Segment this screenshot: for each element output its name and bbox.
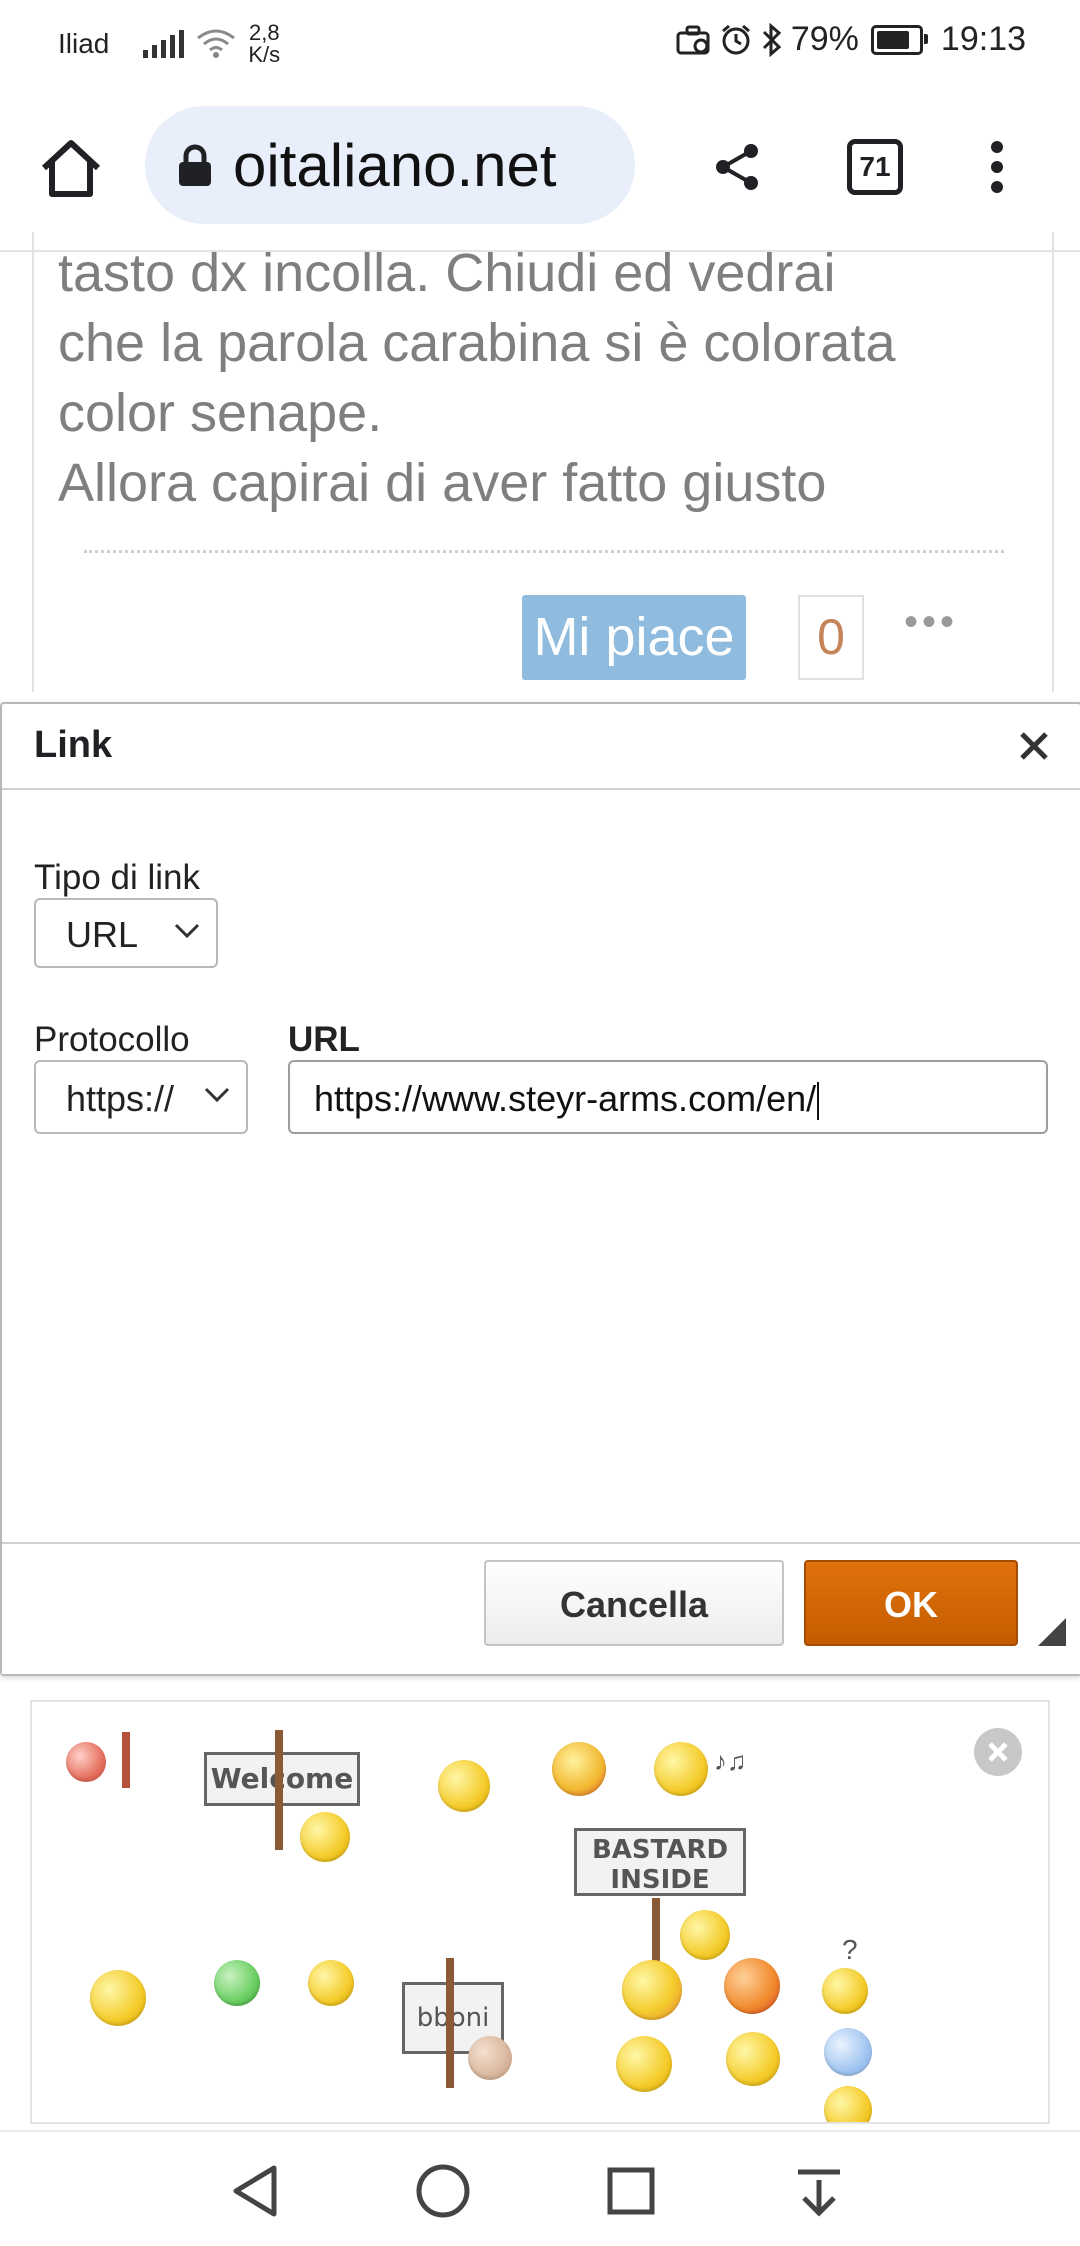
smiley-angel[interactable]: [438, 1760, 490, 1812]
smiley-shocked[interactable]: [824, 2028, 872, 2076]
sign-line: INSIDE: [610, 1865, 710, 1895]
battery-percent: 79%: [790, 20, 859, 58]
alarm-icon: [721, 24, 750, 54]
work-profile-icon: [676, 25, 710, 54]
url-input[interactable]: https://www.steyr-arms.com/en/: [288, 1060, 1048, 1134]
dialog-header: Link: [2, 704, 1080, 790]
cancel-button[interactable]: Cancella: [484, 1560, 784, 1646]
sign-line: BASTARD: [591, 1835, 729, 1865]
system-nav-bar: [0, 2130, 1080, 2246]
smiley-party[interactable]: [616, 2036, 672, 2092]
like-button[interactable]: Mi piace: [522, 595, 746, 680]
like-count: 0: [798, 595, 864, 680]
close-icon[interactable]: [1014, 726, 1054, 766]
back-icon[interactable]: [222, 2156, 292, 2226]
status-bar: Iliad 2,8 K/s 79% 19:13: [0, 0, 1080, 84]
notification-pull-icon[interactable]: [784, 2156, 854, 2226]
smiley-grin[interactable]: [680, 1910, 730, 1960]
panel-close-button[interactable]: [974, 1728, 1022, 1776]
smiley-flag-pole: [122, 1732, 130, 1788]
post-line: color senape.: [58, 383, 383, 443]
url-input-value: https://www.steyr-arms.com/en/: [314, 1078, 820, 1121]
smiley-green-grin[interactable]: [214, 1960, 260, 2006]
battery-level: [876, 30, 909, 49]
sign-post: [652, 1898, 660, 1962]
post-line: tasto dx incolla. Chiudi ed vedrai: [58, 243, 836, 303]
link-type-value: URL: [66, 914, 139, 955]
smiley-guitar[interactable]: [90, 1970, 146, 2026]
smiley-blush[interactable]: [622, 1960, 682, 2020]
close-icon: [988, 1742, 1008, 1762]
share-button[interactable]: [702, 132, 772, 202]
link-type-label: Tipo di link: [34, 858, 200, 897]
post-body: tasto dx incolla. Chiudi ed vedrai che l…: [58, 238, 1048, 518]
smiley-welcome[interactable]: [300, 1812, 350, 1862]
bastard-inside-sign[interactable]: BASTARD INSIDE: [574, 1828, 746, 1896]
wifi-icon: [197, 29, 236, 58]
smiley-panel: Welcome ♪♫ BASTARD INSIDE bboni ?: [30, 1700, 1050, 2124]
clock: 19:13: [940, 20, 1026, 58]
ok-button[interactable]: OK: [804, 1560, 1018, 1646]
question-mark-icon: ?: [842, 1934, 858, 1965]
menu-button[interactable]: [962, 132, 1032, 202]
smiley-angry[interactable]: [468, 2036, 512, 2080]
chevron-down-icon: [174, 923, 200, 939]
protocol-select[interactable]: https://: [34, 1060, 248, 1134]
browser-toolbar: oitaliano.net 71: [0, 84, 1080, 252]
bluetooth-icon: [762, 22, 782, 57]
url-label: URL: [288, 1020, 360, 1059]
smiley-smile[interactable]: [308, 1960, 354, 2006]
forum-post: tasto dx incolla. Chiudi ed vedrai che l…: [32, 232, 1054, 692]
lock-icon: [179, 144, 211, 186]
protocol-label: Protocollo: [34, 1020, 190, 1059]
share-icon: [716, 144, 758, 190]
smiley-question[interactable]: [822, 1968, 868, 2014]
recents-icon[interactable]: [596, 2156, 666, 2226]
sign-post: [275, 1730, 283, 1850]
music-note-icon: ♪♫: [714, 1746, 747, 1776]
address-bar-url: oitaliano.net: [233, 134, 557, 198]
smiley-devil[interactable]: [724, 1958, 780, 2014]
address-bar[interactable]: oitaliano.net: [145, 106, 635, 224]
tab-count: 71: [847, 139, 903, 195]
battery-icon: [870, 24, 928, 55]
dialog-footer: Cancella OK: [2, 1542, 1080, 1674]
text-caret: [817, 1082, 820, 1121]
signal-icon: [143, 30, 185, 58]
tab-switcher-button[interactable]: 71: [840, 132, 910, 202]
post-more-button[interactable]: •••: [904, 600, 958, 645]
carrier-name: Iliad: [58, 28, 110, 59]
post-line: che la parola carabina si è colorata: [58, 313, 896, 373]
smiley-sad[interactable]: [824, 2086, 872, 2122]
sign-post: [446, 1958, 454, 2088]
home-nav-icon[interactable]: [408, 2156, 478, 2226]
chevron-down-icon: [204, 1087, 230, 1103]
post-line: Allora capirai di aver fatto giusto: [58, 453, 827, 513]
protocol-value: https://: [66, 1078, 175, 1119]
link-dialog: Link Tipo di link URL Protocollo https:/…: [0, 702, 1080, 1676]
smiley-kiss[interactable]: [552, 1742, 606, 1796]
post-divider: [84, 550, 1004, 553]
smiley-teeth[interactable]: [726, 2032, 780, 2086]
more-vert-icon: [991, 141, 1003, 193]
home-icon[interactable]: [36, 134, 106, 204]
smiley-flag[interactable]: [66, 1742, 106, 1782]
resize-handle[interactable]: [1038, 1618, 1066, 1646]
smiley-singing[interactable]: [654, 1742, 708, 1796]
dialog-title: Link: [34, 724, 113, 766]
link-type-select[interactable]: URL: [34, 898, 218, 968]
network-speed: 2,8 K/s: [248, 20, 281, 67]
